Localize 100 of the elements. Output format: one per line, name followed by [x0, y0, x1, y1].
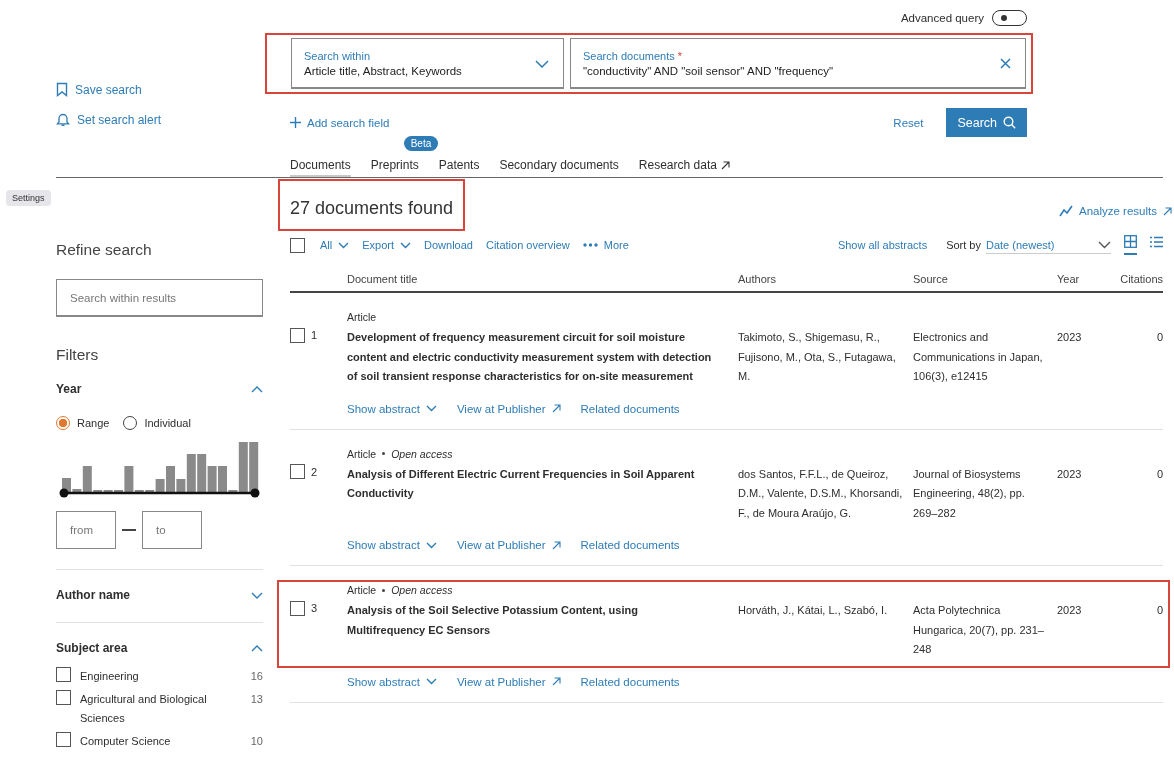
- sort-label: Sort by: [946, 239, 981, 251]
- row-action-link[interactable]: Related documents: [580, 402, 680, 415]
- chevron-down-icon: [425, 678, 437, 685]
- document-title-link[interactable]: Analysis of Different Electric Current Frequencies in Soil Apparent Conductivity: [347, 464, 738, 504]
- radio-option[interactable]: Range: [56, 416, 110, 430]
- external-link-icon: [551, 540, 561, 550]
- citations-cell-text: 0: [1155, 603, 1163, 618]
- more-icon: [582, 243, 598, 247]
- row-action-link[interactable]: Show abstract: [347, 539, 437, 551]
- checkbox[interactable]: [56, 732, 71, 747]
- beta-badge: Beta: [403, 136, 439, 151]
- document-type: Article: [347, 311, 377, 323]
- subject-count: 16: [250, 669, 263, 684]
- year-cell-text: 2023: [1057, 603, 1083, 618]
- row-number: 1: [311, 329, 318, 341]
- analyze-results-link[interactable]: Analyze results: [1059, 205, 1172, 217]
- column-header: Authors: [738, 273, 777, 285]
- subject-label: Computer Science: [80, 734, 172, 749]
- column-header: Document title: [347, 273, 419, 285]
- field-label: Search documents *: [583, 50, 683, 62]
- search-within-dropdown[interactable]: Search within Article title, Abstract, Keywords: [291, 38, 564, 89]
- tab[interactable]: Secondary documents: [499, 154, 619, 177]
- to-field[interactable]: to: [142, 511, 202, 549]
- subject-count: 10: [250, 734, 263, 749]
- show-all-abstracts-link[interactable]: Show all abstracts: [837, 239, 928, 251]
- all-dropdown[interactable]: All: [320, 239, 350, 251]
- field-value: Article title, Abstract, Keywords: [304, 65, 462, 77]
- row-checkbox[interactable]: [290, 327, 305, 343]
- tab[interactable]: Patents: [438, 154, 480, 177]
- chevron-up-icon[interactable]: [251, 644, 263, 652]
- line-chart-icon: [1059, 205, 1073, 217]
- reset-link[interactable]: Reset: [893, 116, 924, 129]
- download-link[interactable]: Download: [424, 239, 473, 251]
- year-filter-heading: Year: [56, 382, 82, 396]
- subject-count: 13: [250, 692, 263, 707]
- chevron-up-icon[interactable]: [251, 385, 263, 393]
- filters-heading: Filters: [56, 346, 100, 364]
- row-action-link[interactable]: View at Publisher: [456, 675, 561, 688]
- document-title-link[interactable]: Development of frequency measurement circuit for soil moisture content and electric conductivity measurement system with detection of soil transient response characteristics for on-site measurement: [347, 328, 738, 387]
- column-header: Source: [913, 273, 949, 285]
- chevron-down-icon: [425, 541, 437, 549]
- external-link-icon: [1163, 206, 1172, 216]
- checkbox[interactable]: [56, 690, 71, 705]
- column-header: Year: [1057, 273, 1081, 285]
- toggle-switch[interactable]: [992, 10, 1027, 26]
- radio-option[interactable]: Individual: [123, 416, 191, 430]
- citation-overview-link[interactable]: Citation overview: [485, 239, 570, 251]
- search-button[interactable]: Search: [946, 108, 1027, 137]
- grid-view-button[interactable]: [1124, 235, 1137, 255]
- refine-search-heading: Refine search: [56, 241, 153, 259]
- row-checkbox[interactable]: [290, 464, 305, 479]
- tab[interactable]: Research data: [638, 154, 730, 177]
- year-cell-text: 2023: [1057, 466, 1083, 482]
- chevron-down-icon: [1098, 240, 1111, 249]
- row-action-link[interactable]: View at Publisher: [456, 539, 561, 551]
- external-link-icon: [551, 677, 561, 686]
- row-action-link[interactable]: Related documents: [580, 539, 680, 551]
- search-icon: [1003, 116, 1016, 129]
- subject-label: Agricultural and Biological Sciences: [80, 692, 208, 726]
- citations-cell-text: 0: [1155, 330, 1163, 345]
- row-action-link[interactable]: Related documents: [580, 675, 680, 688]
- year-cell-text: 2023: [1057, 330, 1083, 345]
- bell-icon: [56, 112, 70, 127]
- row-action-link[interactable]: View at Publisher: [456, 402, 561, 415]
- settings-tooltip: Settings: [6, 190, 51, 206]
- chevron-down-icon[interactable]: [251, 591, 263, 599]
- row-action-link[interactable]: Show abstract: [347, 675, 437, 688]
- chevron-down-icon: [425, 405, 437, 412]
- citations-cell-text: 0: [1155, 466, 1163, 482]
- external-link-icon: [551, 404, 561, 413]
- authors-cell-text: Horváth, J., Kátai, L., Szabó, I.: [738, 603, 889, 618]
- field-label: Search within: [304, 50, 371, 62]
- search-input[interactable]: "conductivity" AND "soil sensor" AND "frequency": [583, 65, 834, 77]
- source-cell-text: Acta Polytechnica Hungarica, 20(7), pp. 231–248: [913, 603, 1045, 657]
- export-dropdown[interactable]: Export: [362, 239, 412, 251]
- results-count-heading: 27 documents found: [290, 198, 454, 218]
- document-title-link[interactable]: Analysis of the Soil Selective Potassium Content, using Multifrequency EC Sensors: [347, 601, 738, 640]
- search-within-results-field[interactable]: Search within results: [56, 279, 263, 317]
- plus-icon: [290, 117, 301, 128]
- open-access-label: Open access: [391, 447, 453, 460]
- advanced-query-label: Advanced query: [900, 12, 984, 24]
- row-action-link[interactable]: Show abstract: [347, 402, 437, 415]
- add-search-field-link[interactable]: Add search field: [290, 116, 390, 129]
- list-icon: [1150, 235, 1163, 248]
- checkbox[interactable]: [56, 667, 71, 682]
- select-all-checkbox[interactable]: [290, 237, 305, 253]
- more-menu[interactable]: More: [582, 239, 629, 251]
- sidebar-link[interactable]: Set search alert: [56, 112, 162, 127]
- subject-label: Engineering: [80, 669, 140, 684]
- sort-dropdown[interactable]: Date (newest): [986, 236, 1111, 254]
- from-field[interactable]: from: [56, 511, 116, 549]
- author-filter-heading: Author name: [56, 588, 130, 602]
- close-icon[interactable]: [1000, 58, 1011, 69]
- authors-cell-text: Takimoto, S., Shigemasu, R., Fujisono, M., Ota, S., Futagawa, M.: [738, 330, 897, 384]
- row-number: 3: [311, 602, 318, 614]
- source-cell-text: Journal of Biosystems Engineering, 48(2), pp. 269–282: [913, 466, 1026, 521]
- row-number: 2: [311, 465, 318, 478]
- row-checkbox[interactable]: [290, 600, 305, 616]
- sidebar-link[interactable]: Save search: [56, 82, 142, 97]
- chevron-down-icon: [535, 59, 549, 68]
